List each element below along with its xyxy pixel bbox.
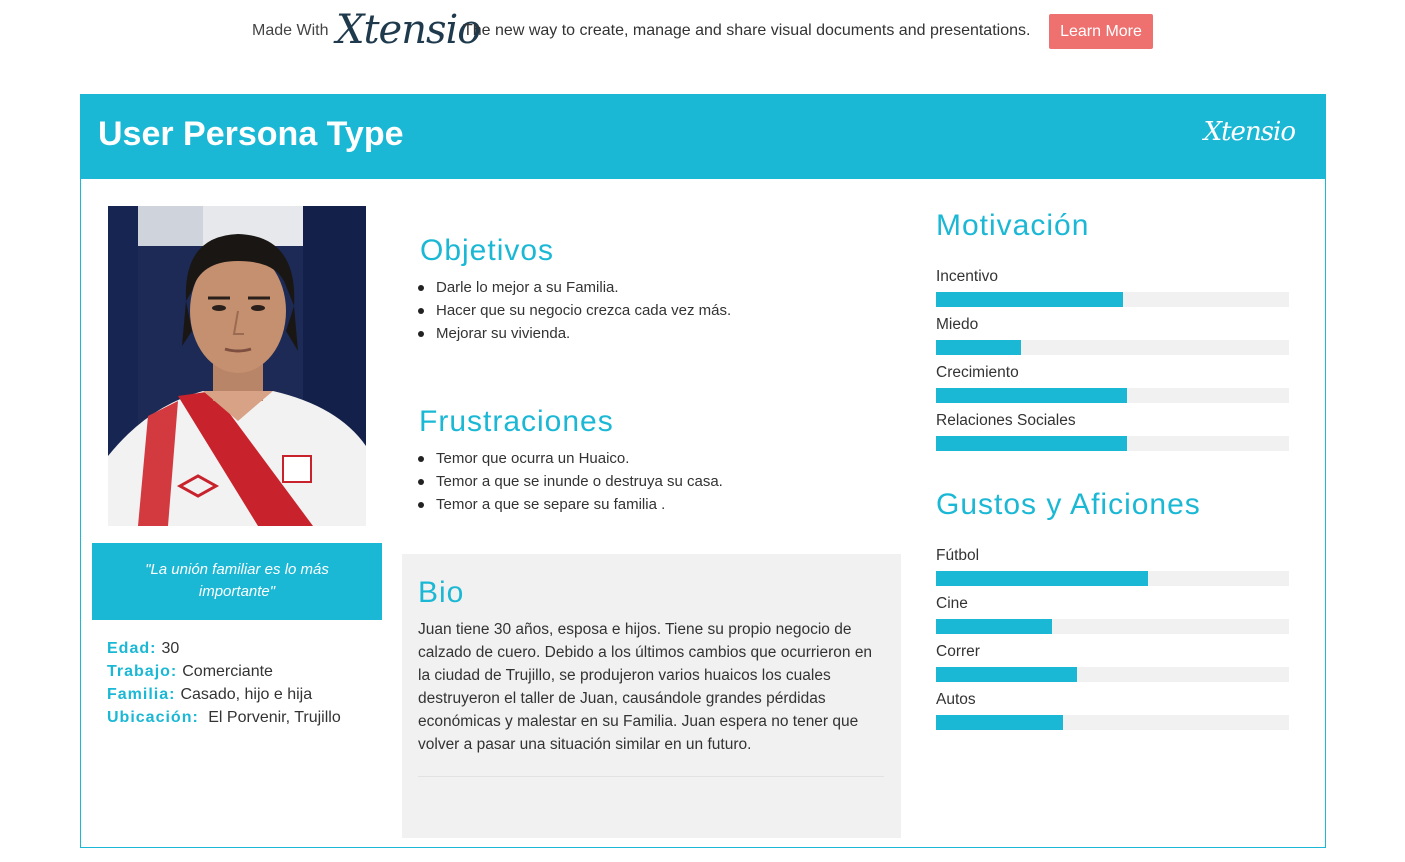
slider-fill[interactable] (936, 292, 1123, 307)
list-item[interactable]: Hacer que su negocio crezca cada vez más… (418, 299, 731, 322)
card-header: User Persona Type Xtensio (81, 95, 1325, 179)
list-item[interactable]: Temor a que se separe su familia . (418, 493, 723, 516)
persona-quote[interactable]: "La unión familiar es lo más importante" (92, 543, 382, 620)
fact-value[interactable]: 30 (161, 640, 179, 657)
slider-track[interactable] (936, 340, 1289, 355)
fact-location: Ubicación: El Porvenir, Trujillo (107, 706, 341, 729)
fact-value[interactable]: Comerciante (182, 663, 273, 680)
objetivos-title[interactable]: Objetivos (420, 234, 554, 268)
frustraciones-list: Temor que ocurra un Huaico. Temor a que … (418, 447, 723, 516)
slider-fill[interactable] (936, 619, 1052, 634)
slider-track[interactable] (936, 571, 1289, 586)
fact-label: Ubicación: (107, 709, 199, 726)
gustos-title[interactable]: Gustos y Aficiones (936, 488, 1201, 522)
bar-label[interactable]: Relaciones Sociales (936, 412, 1076, 430)
promo-banner: Made With Xtensio The new way to create,… (0, 0, 1405, 62)
slider-track[interactable] (936, 715, 1289, 730)
bar-label[interactable]: Correr (936, 643, 980, 661)
motivacion-title[interactable]: Motivación (936, 209, 1089, 243)
frustraciones-title[interactable]: Frustraciones (419, 405, 614, 439)
fact-value[interactable]: El Porvenir, Trujillo (204, 709, 341, 726)
slider-fill[interactable] (936, 715, 1063, 730)
list-item[interactable]: Temor a que se inunde o destruya su casa… (418, 470, 723, 493)
list-item[interactable]: Temor que ocurra un Huaico. (418, 447, 723, 470)
persona-photo[interactable] (108, 206, 366, 526)
bar-label[interactable]: Crecimiento (936, 364, 1019, 382)
fact-value[interactable]: Casado, hijo e hija (180, 686, 312, 703)
slider-track[interactable] (936, 436, 1289, 451)
bio-section: Bio Juan tiene 30 años, esposa e hijos. … (402, 554, 901, 838)
fact-label: Edad: (107, 640, 157, 657)
page-title[interactable]: User Persona Type (98, 115, 404, 154)
xtensio-header-logo: Xtensio (1203, 117, 1296, 147)
slider-fill[interactable] (936, 571, 1148, 586)
fact-family: Familia: Casado, hijo e hija (107, 683, 341, 706)
slider-fill[interactable] (936, 436, 1127, 451)
bar-label[interactable]: Autos (936, 691, 976, 709)
slider-fill[interactable] (936, 340, 1021, 355)
fact-age: Edad: 30 (107, 637, 341, 660)
bar-label[interactable]: Incentivo (936, 268, 998, 286)
bio-title[interactable]: Bio (418, 576, 464, 610)
list-item[interactable]: Darle lo mejor a su Familia. (418, 276, 731, 299)
list-item[interactable]: Mejorar su vivienda. (418, 322, 731, 345)
slider-track[interactable] (936, 292, 1289, 307)
made-with-label: Made With (252, 22, 329, 39)
slider-track[interactable] (936, 667, 1289, 682)
bar-label[interactable]: Fútbol (936, 547, 979, 565)
persona-photo-image (108, 206, 366, 526)
persona-facts: Edad: 30 Trabajo: Comerciante Familia: Casa… (107, 637, 341, 729)
slider-fill[interactable] (936, 667, 1077, 682)
slider-fill[interactable] (936, 388, 1127, 403)
bar-label[interactable]: Miedo (936, 316, 978, 334)
fact-label: Trabajo: (107, 663, 178, 680)
objetivos-list: Darle lo mejor a su Familia. Hacer que s… (418, 276, 731, 345)
bio-divider (418, 776, 884, 777)
slider-track[interactable] (936, 619, 1289, 634)
fact-job: Trabajo: Comerciante (107, 660, 341, 683)
xtensio-logo[interactable]: Xtensio (336, 4, 481, 56)
persona-card: User Persona Type Xtensio "La unión fami… (80, 94, 1326, 848)
fact-label: Familia: (107, 686, 176, 703)
bio-text[interactable]: Juan tiene 30 años, esposa e hijos. Tien… (418, 618, 888, 756)
learn-more-button[interactable]: Learn More (1049, 14, 1153, 49)
slider-track[interactable] (936, 388, 1289, 403)
bar-label[interactable]: Cine (936, 595, 968, 613)
banner-tagline: The new way to create, manage and share … (463, 22, 1031, 39)
